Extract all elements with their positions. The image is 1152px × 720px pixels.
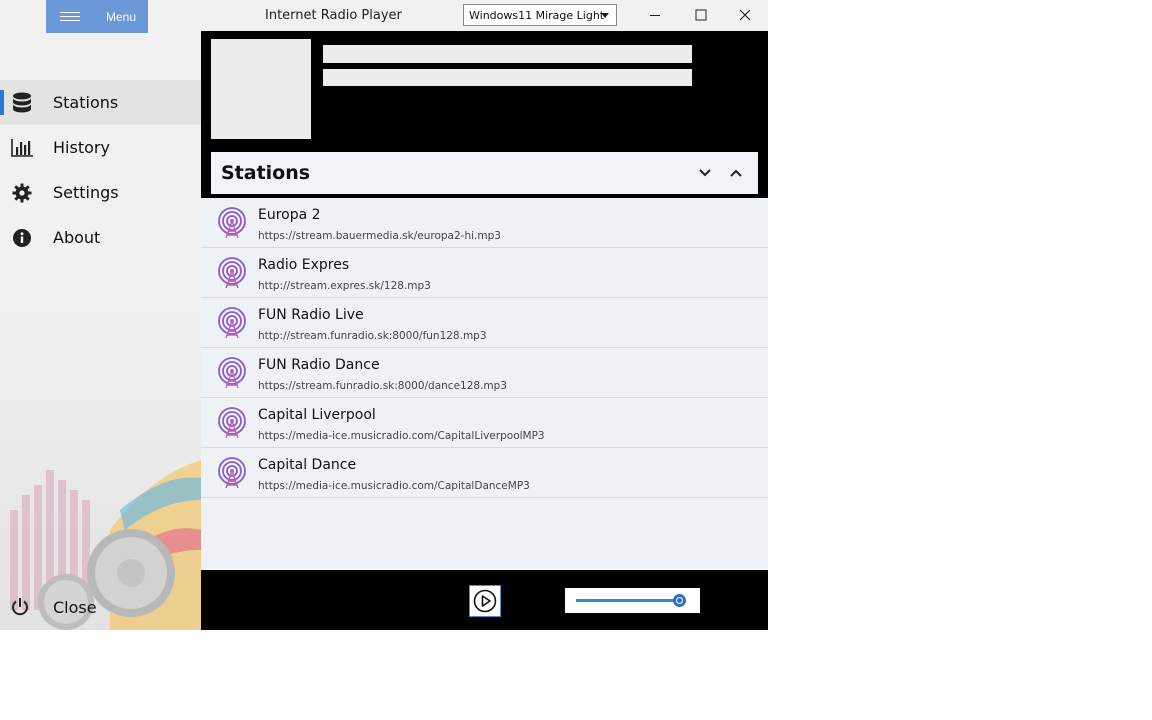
sidebar-item-label: History bbox=[53, 138, 110, 157]
radio-antenna-icon bbox=[218, 207, 246, 239]
station-name: FUN Radio Dance bbox=[258, 357, 380, 373]
player-bar bbox=[201, 570, 768, 630]
gear-icon bbox=[10, 181, 34, 205]
sidebar-item-about[interactable]: About bbox=[0, 215, 201, 260]
radio-antenna-icon bbox=[218, 407, 246, 439]
collapse-button[interactable] bbox=[726, 163, 746, 183]
station-url: https://stream.bauermedia.sk/europa2-hi.… bbox=[258, 230, 501, 242]
now-playing-artwork bbox=[211, 39, 311, 139]
sidebar-item-stations[interactable]: Stations bbox=[0, 80, 201, 125]
sidebar-item-history[interactable]: History bbox=[0, 125, 201, 170]
station-list-item[interactable]: Europa 2 https://stream.bauermedia.sk/eu… bbox=[201, 198, 768, 248]
close-button[interactable]: Close bbox=[0, 590, 201, 624]
main-panel: Stations Europa 2 https://stream.bauerme… bbox=[201, 31, 768, 630]
station-url: http://stream.expres.sk/128.mp3 bbox=[258, 280, 431, 292]
station-list-item[interactable]: Capital Liverpool https://media-ice.musi… bbox=[201, 398, 768, 448]
station-url: https://media-ice.musicradio.com/Capital… bbox=[258, 430, 545, 442]
app-title: Internet Radio Player bbox=[265, 8, 402, 23]
bar-chart-icon bbox=[10, 136, 34, 160]
window-close-button[interactable] bbox=[722, 0, 767, 30]
station-list-item[interactable]: FUN Radio Live http://stream.funradio.sk… bbox=[201, 298, 768, 348]
station-list-item[interactable]: Radio Expres http://stream.expres.sk/128… bbox=[201, 248, 768, 298]
play-icon bbox=[473, 589, 497, 613]
minimize-button[interactable] bbox=[632, 0, 677, 30]
radio-antenna-icon bbox=[218, 257, 246, 289]
station-name: Capital Liverpool bbox=[258, 407, 376, 423]
menu-button[interactable]: Menu bbox=[46, 0, 148, 33]
database-icon bbox=[10, 91, 34, 115]
now-playing-title bbox=[323, 45, 692, 63]
dropdown-arrow-icon bbox=[601, 13, 609, 18]
radio-antenna-icon bbox=[218, 307, 246, 339]
volume-track bbox=[576, 599, 679, 602]
station-name: Capital Dance bbox=[258, 457, 357, 473]
volume-thumb[interactable] bbox=[673, 594, 686, 607]
station-list: Europa 2 https://stream.bauermedia.sk/eu… bbox=[201, 198, 768, 570]
stations-header: Stations bbox=[211, 152, 758, 194]
station-url: https://stream.funradio.sk:8000/dance128… bbox=[258, 380, 507, 392]
sidebar-nav: Stations History Settings About bbox=[0, 80, 201, 260]
maximize-button[interactable] bbox=[678, 0, 723, 30]
theme-dropdown-value: Windows11 Mirage Light bbox=[469, 8, 605, 22]
sidebar-item-settings[interactable]: Settings bbox=[0, 170, 201, 215]
menu-button-label: Menu bbox=[106, 9, 137, 24]
station-list-item[interactable]: FUN Radio Dance https://stream.funradio.… bbox=[201, 348, 768, 398]
radio-antenna-icon bbox=[218, 357, 246, 389]
station-name: FUN Radio Live bbox=[258, 307, 364, 323]
power-icon bbox=[10, 597, 34, 617]
title-bar: Internet Radio Player Windows11 Mirage L… bbox=[201, 0, 768, 31]
section-title: Stations bbox=[221, 162, 311, 184]
chevron-down-icon bbox=[699, 169, 711, 177]
now-playing-subtitle bbox=[323, 69, 692, 86]
close-icon bbox=[739, 9, 750, 21]
sidebar: Menu Stations History Settings About Clo… bbox=[0, 0, 201, 630]
minimize-icon bbox=[649, 15, 660, 16]
play-button[interactable] bbox=[469, 585, 501, 617]
sidebar-item-label: About bbox=[53, 228, 101, 247]
station-list-item[interactable]: Capital Dance https://media-ice.musicrad… bbox=[201, 448, 768, 498]
info-icon bbox=[10, 226, 34, 250]
theme-dropdown[interactable]: Windows11 Mirage Light bbox=[463, 4, 617, 26]
hamburger-icon bbox=[60, 9, 80, 24]
chevron-up-icon bbox=[730, 169, 742, 177]
radio-antenna-icon bbox=[218, 457, 246, 489]
close-label: Close bbox=[53, 597, 97, 617]
station-name: Radio Expres bbox=[258, 257, 350, 273]
sidebar-item-label: Stations bbox=[53, 93, 119, 112]
maximize-icon bbox=[695, 9, 706, 21]
expand-button[interactable] bbox=[695, 163, 715, 183]
sidebar-item-label: Settings bbox=[53, 183, 119, 202]
sidebar-decoration-image bbox=[0, 300, 201, 630]
volume-slider[interactable] bbox=[565, 588, 700, 613]
station-url: https://media-ice.musicradio.com/Capital… bbox=[258, 480, 530, 492]
station-name: Europa 2 bbox=[258, 207, 321, 223]
station-url: http://stream.funradio.sk:8000/fun128.mp… bbox=[258, 330, 487, 342]
